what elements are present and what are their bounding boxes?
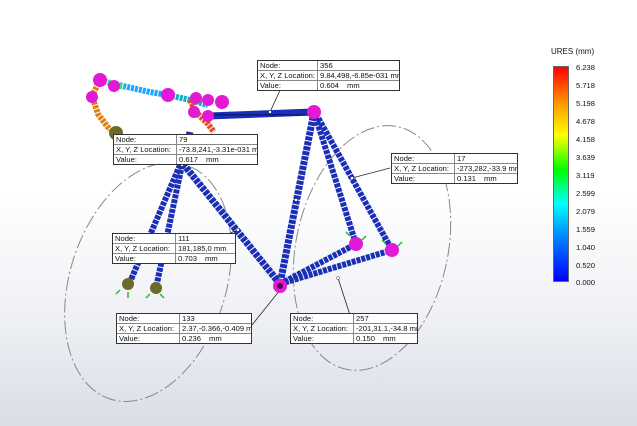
- top-tube: [207, 108, 315, 120]
- displacement-value: 0.617: [179, 155, 199, 164]
- location-value: -201,31.1,-34.8 mm: [356, 324, 417, 333]
- node-label: Node:: [117, 314, 180, 323]
- handlebar-drop: [88, 78, 113, 132]
- displacement-value: 0.236: [182, 334, 202, 343]
- probe-node-356[interactable]: Node: 356 X, Y, Z Location: 9.84,498,-6.85…: [257, 60, 400, 91]
- location-value: 2.37,-0.366,-0.409 mm: [182, 324, 251, 333]
- displacement-value: 0.604: [320, 81, 340, 90]
- legend-tick-label: 6.238: [576, 63, 596, 72]
- displacement-value: 0.150: [356, 334, 376, 343]
- value-label: Value:: [117, 334, 180, 343]
- location-label: X, Y, Z Location:: [113, 244, 176, 253]
- location-label: X, Y, Z Location:: [258, 71, 318, 80]
- probe-node-111[interactable]: Node: 111 X, Y, Z Location: 181,185,0 mm V…: [112, 233, 236, 264]
- unit: mm: [484, 174, 497, 183]
- location-label: X, Y, Z Location:: [392, 164, 455, 173]
- node-label: Node:: [291, 314, 354, 323]
- seat-stay-right: [313, 112, 395, 252]
- node-value: 111: [178, 234, 190, 243]
- probe-node-17[interactable]: Node: 17 X, Y, Z Location: -273,282,-33.9 …: [391, 153, 518, 184]
- location-value: -73.8,241,-3.31e-031 mm: [179, 145, 257, 154]
- value-label: Value:: [258, 81, 318, 90]
- legend-tick-label: 0.000: [576, 278, 596, 287]
- node-value: 79: [179, 135, 188, 144]
- value-label: Value:: [114, 155, 177, 164]
- fixture-dropout-left: [122, 278, 134, 290]
- location-value: 181,185,0 mm: [178, 244, 227, 253]
- location-label: X, Y, Z Location:: [114, 145, 177, 154]
- legend-tick-label: 3.119: [576, 171, 595, 180]
- location-label: X, Y, Z Location:: [117, 324, 180, 333]
- unit: mm: [383, 334, 396, 343]
- displacement-value: 0.131: [457, 174, 477, 183]
- unit: mm: [347, 81, 360, 90]
- unit: mm: [209, 334, 222, 343]
- location-label: X, Y, Z Location:: [291, 324, 354, 333]
- value-label: Value:: [392, 174, 455, 183]
- location-value: -273,282,-33.9 mm: [457, 164, 517, 173]
- legend-tick-label: 3.639: [576, 153, 596, 162]
- legend-tick-label: 0.520: [576, 261, 596, 270]
- node-value: 257: [356, 314, 369, 323]
- fork-left: [127, 163, 183, 284]
- legend-tick-label: 5.718: [576, 81, 596, 90]
- legend-tick-label: 4.158: [576, 135, 596, 144]
- legend-tick-label: 1.040: [576, 243, 596, 252]
- seat-tube: [276, 111, 318, 285]
- node-value: 133: [182, 314, 195, 323]
- graphics-viewport[interactable]: Node: 356 X, Y, Z Location: 9.84,498,-6.85…: [0, 0, 637, 426]
- color-scale-bar: [553, 66, 569, 282]
- legend-tick-label: 5.198: [576, 99, 596, 108]
- displacement-value: 0.703: [178, 254, 198, 263]
- down-tube: [177, 157, 283, 287]
- fixture-dropout-right: [150, 282, 162, 294]
- probe-node-79[interactable]: Node: 79 X, Y, Z Location: -73.8,241,-3.31…: [113, 134, 258, 165]
- legend-title: URES (mm): [551, 47, 595, 56]
- bottom-bracket-node: [277, 283, 283, 289]
- unit: mm: [206, 155, 219, 164]
- probe-node-257[interactable]: Node: 257 X, Y, Z Location: -201,31.1,-34.…: [290, 313, 418, 344]
- legend-tick-label: 2.079: [576, 207, 596, 216]
- legend-tick-label: 1.559: [576, 225, 596, 234]
- location-value: 9.84,498,-6.85e-031 mm: [320, 71, 399, 80]
- node-label: Node:: [392, 154, 455, 163]
- value-label: Value:: [291, 334, 354, 343]
- rear-wheel-outline: [64, 162, 232, 402]
- legend-tick-label: 4.678: [576, 117, 596, 126]
- node-value: 17: [457, 154, 466, 163]
- value-label: Value:: [113, 254, 176, 263]
- node-label: Node:: [258, 61, 318, 70]
- unit: mm: [205, 254, 218, 263]
- node-label: Node:: [114, 135, 177, 144]
- node-value: 356: [320, 61, 333, 70]
- node-label: Node:: [113, 234, 176, 243]
- probe-node-133[interactable]: Node: 133 X, Y, Z Location: 2.37,-0.366,-0…: [116, 313, 252, 344]
- legend-tick-label: 2.599: [576, 189, 596, 198]
